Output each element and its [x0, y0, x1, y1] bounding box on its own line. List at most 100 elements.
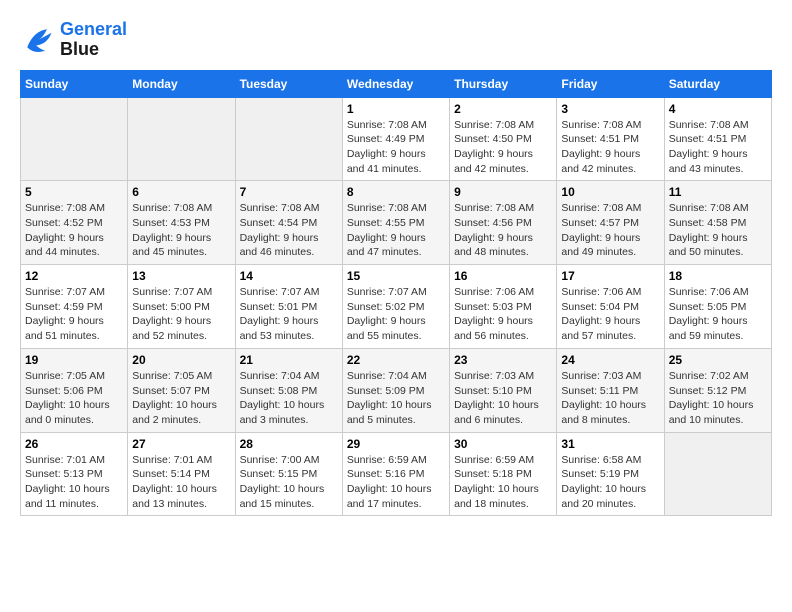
day-info: Sunrise: 7:00 AM Sunset: 5:15 PM Dayligh… [240, 453, 338, 512]
day-info: Sunrise: 6:59 AM Sunset: 5:18 PM Dayligh… [454, 453, 552, 512]
weekday-header-monday: Monday [128, 70, 235, 97]
day-info: Sunrise: 7:03 AM Sunset: 5:10 PM Dayligh… [454, 369, 552, 428]
calendar-cell [235, 97, 342, 181]
calendar-cell: 24 Sunrise: 7:03 AM Sunset: 5:11 PM Dayli… [557, 348, 664, 432]
day-number: 9 [454, 185, 552, 199]
day-info: Sunrise: 7:08 AM Sunset: 4:52 PM Dayligh… [25, 201, 123, 260]
day-info: Sunrise: 7:08 AM Sunset: 4:57 PM Dayligh… [561, 201, 659, 260]
day-info: Sunrise: 7:04 AM Sunset: 5:08 PM Dayligh… [240, 369, 338, 428]
day-number: 19 [25, 353, 123, 367]
day-info: Sunrise: 7:08 AM Sunset: 4:49 PM Dayligh… [347, 118, 445, 177]
calendar-cell: 19 Sunrise: 7:05 AM Sunset: 5:06 PM Dayli… [21, 348, 128, 432]
day-info: Sunrise: 7:06 AM Sunset: 5:03 PM Dayligh… [454, 285, 552, 344]
day-number: 14 [240, 269, 338, 283]
day-info: Sunrise: 7:02 AM Sunset: 5:12 PM Dayligh… [669, 369, 767, 428]
day-number: 21 [240, 353, 338, 367]
day-info: Sunrise: 7:08 AM Sunset: 4:54 PM Dayligh… [240, 201, 338, 260]
weekday-header-sunday: Sunday [21, 70, 128, 97]
day-number: 8 [347, 185, 445, 199]
day-number: 30 [454, 437, 552, 451]
calendar-cell: 8 Sunrise: 7:08 AM Sunset: 4:55 PM Daylig… [342, 181, 449, 265]
day-info: Sunrise: 6:58 AM Sunset: 5:19 PM Dayligh… [561, 453, 659, 512]
calendar-cell: 28 Sunrise: 7:00 AM Sunset: 5:15 PM Dayli… [235, 432, 342, 516]
logo: General Blue [20, 20, 127, 60]
calendar-cell: 17Sunrise: 7:06 AM Sunset: 5:04 PM Dayli… [557, 265, 664, 349]
day-info: Sunrise: 7:07 AM Sunset: 5:02 PM Dayligh… [347, 285, 445, 344]
day-info: Sunrise: 7:07 AM Sunset: 5:00 PM Dayligh… [132, 285, 230, 344]
day-number: 10 [561, 185, 659, 199]
day-number: 13 [132, 269, 230, 283]
day-info: Sunrise: 7:01 AM Sunset: 5:14 PM Dayligh… [132, 453, 230, 512]
calendar-cell: 20Sunrise: 7:05 AM Sunset: 5:07 PM Dayli… [128, 348, 235, 432]
weekday-header-saturday: Saturday [664, 70, 771, 97]
day-info: Sunrise: 7:06 AM Sunset: 5:05 PM Dayligh… [669, 285, 767, 344]
day-number: 27 [132, 437, 230, 451]
calendar-cell [664, 432, 771, 516]
day-number: 28 [240, 437, 338, 451]
calendar-cell: 15 Sunrise: 7:07 AM Sunset: 5:02 PM Dayli… [342, 265, 449, 349]
day-info: Sunrise: 7:08 AM Sunset: 4:51 PM Dayligh… [561, 118, 659, 177]
weekday-header-thursday: Thursday [450, 70, 557, 97]
weekday-header-friday: Friday [557, 70, 664, 97]
calendar-cell: 18 Sunrise: 7:06 AM Sunset: 5:05 PM Dayli… [664, 265, 771, 349]
day-number: 12 [25, 269, 123, 283]
day-number: 29 [347, 437, 445, 451]
calendar-cell: 23Sunrise: 7:03 AM Sunset: 5:10 PM Dayli… [450, 348, 557, 432]
day-info: Sunrise: 7:01 AM Sunset: 5:13 PM Dayligh… [25, 453, 123, 512]
calendar-cell: 2 Sunrise: 7:08 AM Sunset: 4:50 PM Daylig… [450, 97, 557, 181]
day-number: 2 [454, 102, 552, 116]
day-number: 5 [25, 185, 123, 199]
calendar-cell: 4Sunrise: 7:08 AM Sunset: 4:51 PM Daylig… [664, 97, 771, 181]
day-number: 6 [132, 185, 230, 199]
calendar-cell: 12 Sunrise: 7:07 AM Sunset: 4:59 PM Dayli… [21, 265, 128, 349]
day-info: Sunrise: 7:05 AM Sunset: 5:06 PM Dayligh… [25, 369, 123, 428]
calendar-cell: 9 Sunrise: 7:08 AM Sunset: 4:56 PM Daylig… [450, 181, 557, 265]
day-info: Sunrise: 7:08 AM Sunset: 4:55 PM Dayligh… [347, 201, 445, 260]
calendar-cell [128, 97, 235, 181]
calendar-cell: 27 Sunrise: 7:01 AM Sunset: 5:14 PM Dayli… [128, 432, 235, 516]
calendar-cell: 10 Sunrise: 7:08 AM Sunset: 4:57 PM Dayli… [557, 181, 664, 265]
calendar-cell: 6 Sunrise: 7:08 AM Sunset: 4:53 PM Daylig… [128, 181, 235, 265]
day-info: Sunrise: 7:08 AM Sunset: 4:58 PM Dayligh… [669, 201, 767, 260]
day-number: 24 [561, 353, 659, 367]
calendar-cell: 14Sunrise: 7:07 AM Sunset: 5:01 PM Dayli… [235, 265, 342, 349]
weekday-header-wednesday: Wednesday [342, 70, 449, 97]
calendar-cell: 5 Sunrise: 7:08 AM Sunset: 4:52 PM Daylig… [21, 181, 128, 265]
day-number: 31 [561, 437, 659, 451]
calendar-cell: 7 Sunrise: 7:08 AM Sunset: 4:54 PM Daylig… [235, 181, 342, 265]
calendar-cell: 30 Sunrise: 6:59 AM Sunset: 5:18 PM Dayli… [450, 432, 557, 516]
day-info: Sunrise: 7:03 AM Sunset: 5:11 PM Dayligh… [561, 369, 659, 428]
day-info: Sunrise: 6:59 AM Sunset: 5:16 PM Dayligh… [347, 453, 445, 512]
day-number: 17 [561, 269, 659, 283]
calendar-cell: 31 Sunrise: 6:58 AM Sunset: 5:19 PM Dayli… [557, 432, 664, 516]
day-info: Sunrise: 7:08 AM Sunset: 4:50 PM Dayligh… [454, 118, 552, 177]
day-number: 16 [454, 269, 552, 283]
weekday-header-tuesday: Tuesday [235, 70, 342, 97]
calendar-cell: 1 Sunrise: 7:08 AM Sunset: 4:49 PM Daylig… [342, 97, 449, 181]
day-info: Sunrise: 7:08 AM Sunset: 4:56 PM Dayligh… [454, 201, 552, 260]
day-number: 7 [240, 185, 338, 199]
calendar-cell: 13 Sunrise: 7:07 AM Sunset: 5:00 PM Dayli… [128, 265, 235, 349]
day-number: 20 [132, 353, 230, 367]
calendar-cell: 26 Sunrise: 7:01 AM Sunset: 5:13 PM Dayli… [21, 432, 128, 516]
calendar-cell: 25 Sunrise: 7:02 AM Sunset: 5:12 PM Dayli… [664, 348, 771, 432]
day-number: 26 [25, 437, 123, 451]
day-info: Sunrise: 7:08 AM Sunset: 4:53 PM Dayligh… [132, 201, 230, 260]
logo-text: General Blue [60, 20, 127, 60]
calendar-cell [21, 97, 128, 181]
day-number: 22 [347, 353, 445, 367]
day-number: 1 [347, 102, 445, 116]
calendar-cell: 21 Sunrise: 7:04 AM Sunset: 5:08 PM Dayli… [235, 348, 342, 432]
day-number: 18 [669, 269, 767, 283]
calendar: SundayMondayTuesdayWednesdayThursdayFrid… [20, 70, 772, 517]
day-number: 25 [669, 353, 767, 367]
day-number: 3 [561, 102, 659, 116]
day-info: Sunrise: 7:04 AM Sunset: 5:09 PM Dayligh… [347, 369, 445, 428]
calendar-cell: 11 Sunrise: 7:08 AM Sunset: 4:58 PM Dayli… [664, 181, 771, 265]
day-number: 4 [669, 102, 767, 116]
day-number: 11 [669, 185, 767, 199]
calendar-cell: 3 Sunrise: 7:08 AM Sunset: 4:51 PM Daylig… [557, 97, 664, 181]
day-number: 15 [347, 269, 445, 283]
calendar-cell: 29 Sunrise: 6:59 AM Sunset: 5:16 PM Dayli… [342, 432, 449, 516]
day-info: Sunrise: 7:07 AM Sunset: 4:59 PM Dayligh… [25, 285, 123, 344]
